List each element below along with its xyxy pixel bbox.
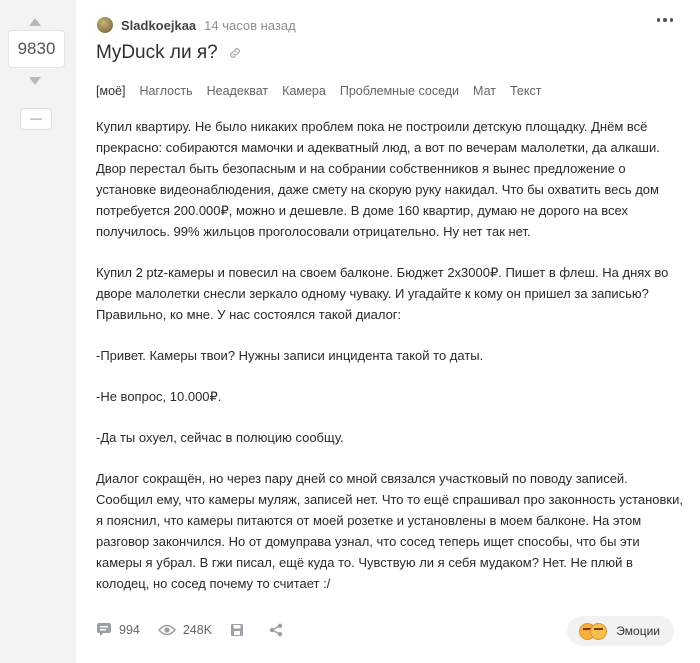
emotions-label: Эмоции	[616, 624, 660, 638]
comment-icon	[97, 623, 111, 636]
save-icon	[231, 623, 244, 636]
title-row: MyDuck ли я?	[96, 42, 242, 64]
tag[interactable]: Наглость	[139, 84, 192, 98]
downvote-arrow-icon[interactable]	[29, 77, 41, 85]
author-name[interactable]: Sladkoejkaa	[121, 18, 196, 33]
paragraph: -Не вопрос, 10.000₽.	[96, 389, 222, 404]
post-body: Купил квартиру. Не было никаких проблем …	[96, 116, 686, 614]
post-title[interactable]: MyDuck ли я?	[96, 42, 218, 64]
post-time: 14 часов назад	[204, 17, 296, 33]
comments-count: 994	[119, 622, 140, 637]
share-button[interactable]	[269, 623, 290, 637]
views-counter: 248K	[157, 622, 213, 637]
emotions-icons	[579, 622, 608, 640]
link-icon[interactable]	[228, 46, 242, 60]
paragraph: -Привет. Камеры твои? Нужны записи инцид…	[96, 348, 484, 363]
tag[interactable]: Проблемные соседи	[340, 84, 459, 98]
paragraph: -Да ты охуел, сейчас в полюцию сообщу.	[96, 430, 344, 445]
comments-button[interactable]: 994	[96, 622, 140, 637]
eye-icon	[157, 624, 176, 635]
paragraph: Купил квартиру. Не было никаких проблем …	[96, 119, 660, 239]
tag[interactable]: Неадекват	[207, 84, 269, 98]
tag-list: [моё] Наглость Неадекват Камера Проблемн…	[96, 84, 555, 98]
save-button[interactable]	[230, 623, 251, 637]
upvote-arrow-icon[interactable]	[29, 18, 41, 26]
post-footer: 994 248K	[96, 622, 308, 637]
post-header: Sladkoejkaa 14 часов назад	[97, 16, 296, 34]
post-card: Sladkoejkaa 14 часов назад MyDuck ли я? …	[76, 0, 700, 663]
minus-button[interactable]: —	[20, 108, 52, 130]
paragraph: Купил 2 ptz-камеры и повесил на своем ба…	[96, 265, 669, 322]
more-options-icon[interactable]	[656, 18, 673, 22]
paragraph: Диалог сокращён, но через пару дней со м…	[96, 471, 683, 591]
emotions-button[interactable]: Эмоции	[567, 616, 674, 646]
rating-score: 9830	[8, 30, 65, 68]
tag[interactable]: Мат	[473, 84, 496, 98]
views-count: 248K	[182, 622, 213, 637]
avatar[interactable]	[97, 17, 113, 33]
tag[interactable]: Камера	[282, 84, 326, 98]
share-icon	[269, 623, 283, 636]
tag[interactable]: Текст	[510, 84, 541, 98]
tag[interactable]: [моё]	[96, 84, 125, 98]
emoji-icon	[590, 622, 608, 640]
